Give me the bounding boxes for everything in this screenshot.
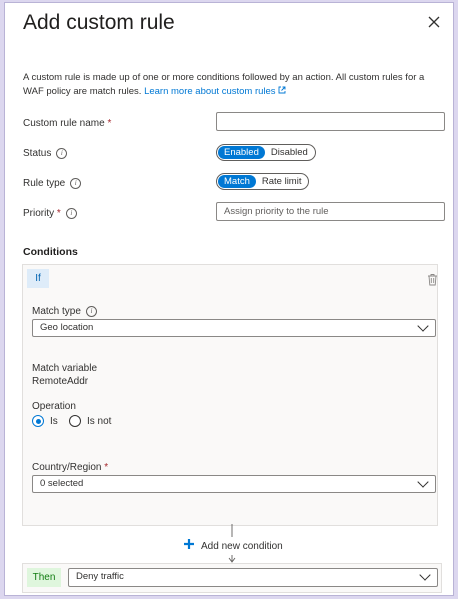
external-link-icon — [278, 86, 286, 97]
match-variable-value: RemoteAddr — [32, 376, 89, 387]
rule-type-match-option[interactable]: Match — [218, 175, 256, 188]
info-icon[interactable]: i — [65, 208, 77, 219]
panel-description: A custom rule is made up of one or more … — [23, 71, 443, 99]
then-badge: Then — [27, 568, 61, 587]
operation-is-radio[interactable] — [32, 415, 44, 427]
required-mark: * — [104, 462, 109, 473]
country-label: Country/Region * — [32, 462, 109, 473]
status-disabled-option[interactable]: Disabled — [265, 146, 314, 159]
panel-title: Add custom rule — [23, 11, 175, 34]
action-value: Deny traffic — [76, 571, 124, 582]
match-variable-label: Match variable — [32, 363, 98, 374]
match-type-dropdown[interactable]: Geo location — [32, 319, 436, 337]
rule-type-toggle[interactable]: Match Rate limit — [216, 173, 310, 190]
info-icon[interactable]: i — [85, 306, 97, 317]
status-label: Status i — [23, 148, 68, 159]
close-icon[interactable] — [425, 13, 443, 31]
add-icon — [183, 537, 195, 555]
match-type-label: Match type i — [32, 306, 97, 317]
add-custom-rule-panel: Add custom rule A custom rule is made up… — [4, 2, 454, 596]
info-icon[interactable]: i — [56, 148, 68, 159]
rule-type-rate-limit-option[interactable]: Rate limit — [256, 175, 308, 188]
required-mark: * — [107, 118, 112, 129]
conditions-heading: Conditions — [23, 246, 78, 258]
operation-is-not-label[interactable]: Is not — [87, 416, 111, 427]
status-enabled-option[interactable]: Enabled — [218, 146, 265, 159]
action-dropdown[interactable]: Deny traffic — [68, 568, 438, 587]
rule-name-label: Custom rule name * — [23, 118, 112, 129]
rule-type-label: Rule type i — [23, 178, 82, 189]
add-condition-label: Add new condition — [201, 540, 283, 552]
info-icon[interactable]: i — [70, 178, 82, 189]
priority-input[interactable]: Assign priority to the rule — [216, 202, 445, 221]
operation-is-label[interactable]: Is — [50, 416, 58, 427]
if-badge: If — [27, 269, 49, 288]
status-toggle[interactable]: Enabled Disabled — [216, 144, 316, 161]
add-condition-button[interactable]: Add new condition — [181, 537, 285, 555]
learn-more-link[interactable]: Learn more about custom rules — [144, 86, 275, 97]
country-dropdown[interactable]: 0 selected — [32, 475, 436, 493]
priority-label: Priority * i — [23, 208, 77, 219]
chevron-down-icon — [417, 320, 429, 332]
trash-icon[interactable] — [427, 273, 438, 291]
match-type-value: Geo location — [40, 322, 94, 333]
country-value: 0 selected — [40, 478, 84, 489]
rule-name-input[interactable] — [216, 112, 445, 131]
chevron-down-icon — [419, 569, 431, 581]
required-mark: * — [56, 208, 61, 219]
operation-label: Operation — [32, 401, 76, 412]
chevron-down-icon — [417, 476, 429, 488]
operation-is-not-radio[interactable] — [69, 415, 81, 427]
